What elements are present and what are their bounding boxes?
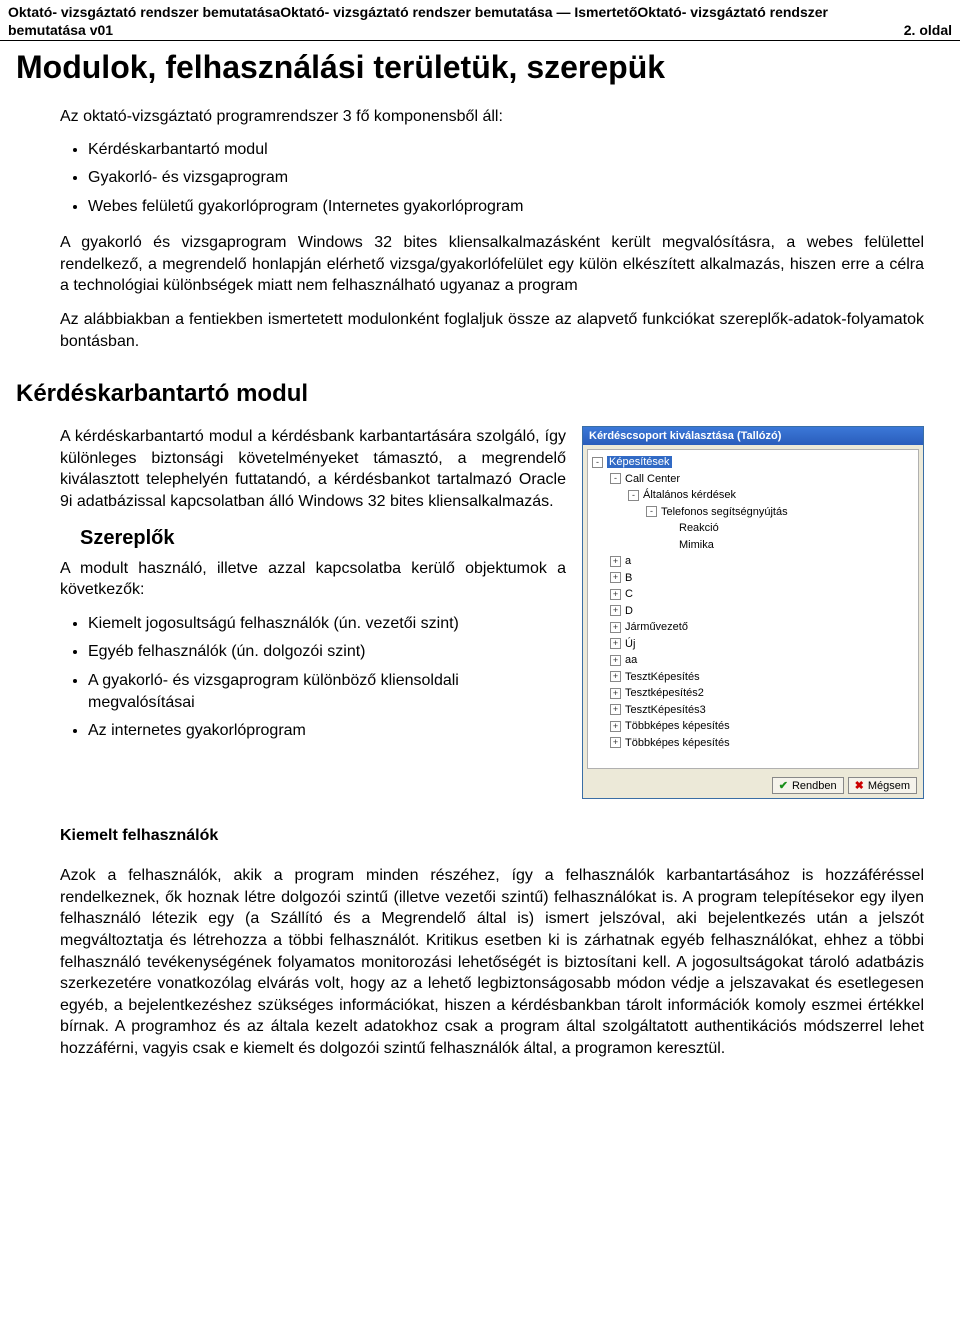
section-heading-module: Kérdéskarbantartó modul [16,380,944,408]
subheading-szereplok: Szereplők [80,527,566,550]
tree-node[interactable]: +aa [610,652,916,669]
dialog-screenshot: Kérdéscsoport kiválasztása (Tallózó) -Ké… [582,426,924,799]
expand-icon[interactable]: + [610,655,621,666]
ok-button[interactable]: ✔Rendben [772,777,844,794]
collapse-icon[interactable]: - [592,457,603,468]
szereplok-list: Kiemelt jogosultságú felhasználók (ún. v… [60,613,566,743]
kiemelt-paragraph: Azok a felhasználók, akik a program mind… [60,865,924,1059]
cancel-button[interactable]: ✖Mégsem [848,777,917,794]
tree-node[interactable]: +Többképes képesítés [610,718,916,735]
intro-para-2: Az alábbiakban a fentiekben ismertetett … [60,309,924,352]
expand-icon[interactable]: + [610,605,621,616]
expand-icon[interactable]: + [610,721,621,732]
tree-node[interactable]: +TesztKépesítés [610,669,916,686]
list-item: Gyakorló- és vizsgaprogram [88,167,924,189]
tree-node[interactable]: -Call Center -Általános kérdések -Telefo… [610,471,916,554]
tree-node[interactable]: +D [610,603,916,620]
subheading-kiemelt: Kiemelt felhasználók [60,827,944,845]
collapse-icon[interactable]: - [646,506,657,517]
tree-node[interactable]: +a [610,553,916,570]
page-header-right: 2. oldal [904,22,952,38]
list-item: A gyakorló- és vizsgaprogram különböző k… [88,670,566,715]
expand-icon[interactable]: + [610,638,621,649]
tree-node[interactable]: +Új [610,636,916,653]
intro-bullet-list: Kérdéskarbantartó modul Gyakorló- és viz… [60,139,924,218]
collapse-icon[interactable]: - [628,490,639,501]
expand-icon[interactable]: + [610,688,621,699]
page-header-left: bemutatása v01 [8,22,113,38]
expand-icon[interactable]: + [610,671,621,682]
collapse-icon[interactable]: - [610,473,621,484]
tree-node[interactable]: -Telefonos segítségnyújtás Reakció Mimik… [646,504,916,554]
tree-node[interactable]: +Tesztképesítés2 [610,685,916,702]
intro-para-1: A gyakorló és vizsgaprogram Windows 32 b… [60,232,924,297]
list-item: Kérdéskarbantartó modul [88,139,924,161]
module-description: A kérdéskarbantartó modul a kérdésbank k… [60,426,566,512]
tree-leaf[interactable]: Mimika [664,537,916,554]
expand-icon[interactable]: + [610,737,621,748]
expand-icon[interactable]: + [610,622,621,633]
expand-icon[interactable]: + [610,589,621,600]
check-icon: ✔ [779,779,788,792]
tree-node[interactable]: +C [610,586,916,603]
expand-icon[interactable]: + [610,704,621,715]
tree-node[interactable]: +B [610,570,916,587]
list-item: Webes felületű gyakorlóprogram (Internet… [88,196,924,218]
intro-lead: Az oktató-vizsgáztató programrendszer 3 … [60,106,924,128]
page-header-line1: Oktató- vizsgáztató rendszer bemutatásaO… [0,0,960,22]
tree-node[interactable]: -Általános kérdések -Telefonos segítségn… [628,487,916,553]
tree-view[interactable]: -Képesítések -Call Center -Általános kér… [587,449,919,769]
list-item: Kiemelt jogosultságú felhasználók (ún. v… [88,613,566,635]
expand-icon[interactable]: + [610,572,621,583]
tree-leaf[interactable]: Reakció [664,520,916,537]
close-icon: ✖ [855,779,864,792]
list-item: Az internetes gyakorlóprogram [88,720,566,742]
expand-icon[interactable]: + [610,556,621,567]
szereplok-lead: A modult használó, illetve azzal kapcsol… [60,558,566,601]
page-title: Modulok, felhasználási területük, szerep… [16,49,944,86]
tree-node[interactable]: +TesztKépesítés3 [610,702,916,719]
tree-node[interactable]: +Járművezető [610,619,916,636]
dialog-title: Kérdéscsoport kiválasztása (Tallózó) [583,427,923,445]
list-item: Egyéb felhasználók (ún. dolgozói szint) [88,641,566,663]
tree-root-node[interactable]: -Képesítések -Call Center -Általános kér… [592,454,916,751]
tree-node[interactable]: +Többképes képesítés [610,735,916,752]
